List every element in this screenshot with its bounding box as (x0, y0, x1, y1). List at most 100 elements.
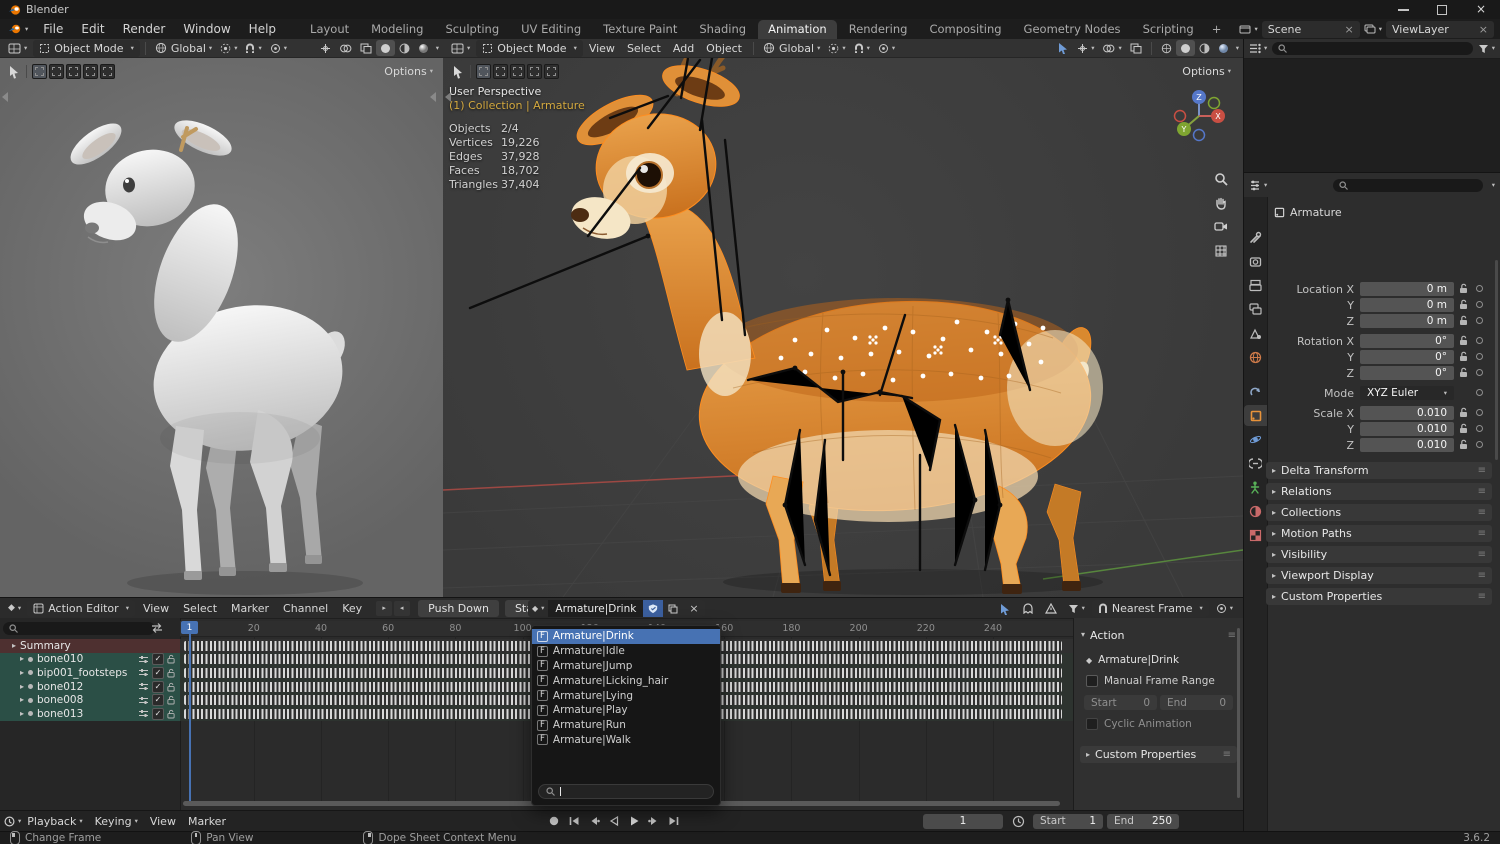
snap-magnet-toggle[interactable]: ▾ (241, 40, 265, 56)
select-mode-intersect-button[interactable] (100, 64, 115, 79)
menu-view[interactable]: View (137, 602, 175, 615)
selectability-toggle[interactable] (1053, 40, 1073, 56)
viewport-left-canvas[interactable]: Options ▾ (0, 58, 443, 597)
tab-scene[interactable] (1249, 327, 1262, 340)
close-icon[interactable]: × (1476, 2, 1486, 16)
channel-enable-checkbox[interactable]: ✓ (152, 653, 164, 666)
panel-collections[interactable]: ▸ Collections ≡ (1266, 504, 1492, 521)
animate-dot[interactable] (1476, 301, 1483, 308)
channel-filter-invert-icon[interactable] (150, 622, 164, 634)
textured-deer-model[interactable] (443, 58, 1243, 597)
select-mode-extend-button[interactable] (493, 64, 508, 79)
animate-dot[interactable] (1476, 369, 1483, 376)
animate-dot[interactable] (1476, 353, 1483, 360)
proportional-edit-dropdown[interactable]: ▾ (1212, 601, 1237, 617)
action-list-item[interactable]: F Armature|Play (532, 703, 720, 718)
channel-enable-checkbox[interactable]: ✓ (152, 694, 164, 707)
manual-frame-range-checkbox[interactable] (1086, 675, 1098, 687)
jump-to-start-button[interactable] (565, 813, 583, 829)
channel-search-input[interactable] (3, 622, 155, 635)
menu-marker[interactable]: Marker (225, 602, 275, 615)
tab-uv-editing[interactable]: UV Editing (511, 20, 591, 39)
channel-enable-checkbox[interactable]: ✓ (152, 680, 164, 693)
menu-help[interactable]: Help (240, 19, 285, 39)
proportional-edit-toggle[interactable]: ▾ (874, 40, 899, 56)
snap-dropdown[interactable]: Nearest Frame ▾ (1091, 600, 1209, 617)
shading-material-button[interactable] (395, 40, 414, 56)
tab-shading[interactable]: Shading (689, 20, 756, 39)
region-toggle-arrow-icon[interactable] (445, 92, 451, 102)
maximize-icon[interactable] (1437, 5, 1447, 15)
breadcrumb-label[interactable]: Armature (1290, 206, 1342, 219)
action-end-field[interactable]: End 0 (1160, 695, 1233, 710)
navigation-gizmo[interactable]: Z X Y (1171, 88, 1227, 144)
minimize-icon[interactable] (1398, 9, 1409, 11)
proportional-edit-toggle[interactable]: ▾ (266, 40, 291, 56)
unlink-viewlayer-icon[interactable]: × (1479, 23, 1488, 36)
show-hidden-toggle[interactable] (1018, 601, 1038, 617)
scene-selector[interactable]: Scene × (1261, 20, 1360, 38)
side-panel-scrollbar[interactable] (1237, 628, 1240, 798)
select-mode-subtract-button[interactable] (66, 64, 81, 79)
menu-object[interactable]: Object (700, 42, 748, 55)
location-z-field[interactable]: 0 m (1360, 314, 1454, 328)
lock-icon[interactable] (1459, 299, 1468, 310)
grip-icon[interactable]: ≡ (1478, 528, 1486, 539)
lock-icon[interactable] (1459, 315, 1468, 326)
editor-type-button[interactable]: ▾ (4, 40, 31, 56)
animate-dot[interactable] (1476, 317, 1483, 324)
scale-z-field[interactable]: 0.010 (1360, 438, 1454, 452)
lock-icon[interactable] (1459, 423, 1468, 434)
tab-scripting[interactable]: Scripting (1133, 20, 1204, 39)
tool-options-dropdown[interactable]: Options ▾ (1182, 65, 1231, 78)
only-selected-toggle[interactable] (995, 601, 1015, 617)
pivot-dropdown[interactable]: ▾ (824, 40, 849, 56)
select-mode-new-button[interactable] (32, 64, 47, 79)
panel-viewport-display[interactable]: ▸ Viewport Display ≡ (1266, 567, 1492, 584)
grip-icon[interactable]: ≡ (1478, 507, 1486, 518)
action-list-item[interactable]: F Armature|Drink (532, 629, 720, 644)
tab-compositing[interactable]: Compositing (919, 20, 1011, 39)
filter-funnel-dropdown[interactable]: ▾ (1064, 601, 1089, 617)
expand-icon[interactable]: ▸ (20, 668, 24, 677)
active-tool-icon[interactable] (452, 65, 465, 79)
channel-enable-checkbox[interactable]: ✓ (152, 707, 164, 720)
panel-relations[interactable]: ▸ Relations ≡ (1266, 483, 1492, 500)
action-panel-header[interactable]: ▾ Action ≡ (1074, 626, 1243, 644)
tab-sculpting[interactable]: Sculpting (435, 20, 509, 39)
xray-toggle[interactable] (356, 40, 376, 56)
mode-dropdown[interactable]: Object Mode ▾ (33, 39, 140, 57)
rotation-z-field[interactable]: 0° (1360, 366, 1454, 380)
current-frame-field[interactable]: 1 (923, 813, 1003, 829)
select-mode-intersect-button[interactable] (544, 64, 559, 79)
zoom-icon[interactable] (1214, 172, 1228, 186)
pan-hand-icon[interactable] (1214, 196, 1228, 210)
show-errors-toggle[interactable] (1041, 601, 1061, 617)
viewlayer-selector[interactable]: ViewLayer × (1386, 20, 1494, 38)
clay-deer-model[interactable] (0, 58, 443, 597)
preview-range-toggle[interactable] (1012, 815, 1025, 828)
custom-properties-panel-header[interactable]: ▸ Custom Properties ≡ (1080, 746, 1237, 763)
action-name-field[interactable]: Armature|Drink (548, 600, 644, 617)
menu-playback[interactable]: Playback ▾ (21, 815, 88, 828)
add-workspace-button[interactable]: + (1206, 20, 1228, 39)
sliders-icon[interactable] (138, 682, 149, 691)
menu-add[interactable]: Add (667, 42, 700, 55)
previous-keyframe-button[interactable] (585, 813, 603, 829)
channel-summary[interactable]: ▸ Summary (0, 639, 180, 653)
menu-render[interactable]: Render (114, 19, 175, 39)
menu-window[interactable]: Window (174, 19, 239, 39)
tab-tool[interactable] (1249, 231, 1262, 244)
region-toggle-arrow-icon[interactable] (430, 92, 436, 102)
lock-icon[interactable] (1459, 335, 1468, 346)
menu-select[interactable]: Select (177, 602, 223, 615)
fake-user-shield-toggle[interactable] (643, 600, 664, 617)
menu-select[interactable]: Select (621, 42, 667, 55)
sliders-icon[interactable] (138, 668, 149, 677)
dropdown-search-input[interactable] (538, 784, 714, 799)
tab-object-data[interactable] (1249, 481, 1261, 494)
lock-icon[interactable] (1459, 407, 1468, 418)
animate-dot[interactable] (1476, 425, 1483, 432)
animate-dot[interactable] (1476, 389, 1483, 396)
grip-icon[interactable]: ≡ (1478, 591, 1486, 602)
